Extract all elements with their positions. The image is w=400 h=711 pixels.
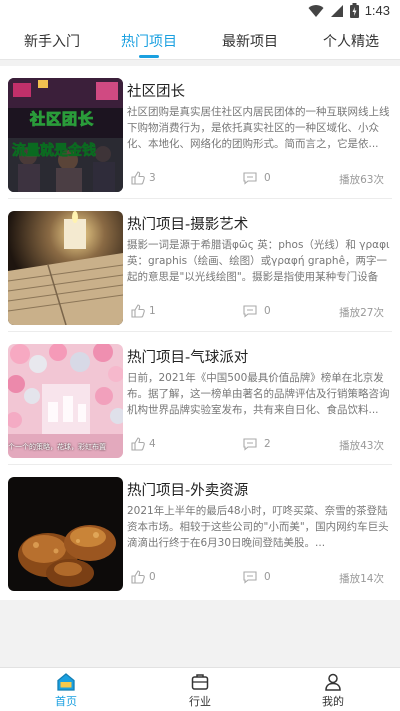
view-count: 播放14次	[339, 573, 384, 585]
comment-icon[interactable]	[242, 569, 258, 585]
item-meta: 4 2 播放43次	[127, 436, 387, 454]
thumbnail-balloon-party: 个一个的策略，花球，彩虹布置	[8, 344, 123, 458]
nav-label: 行业	[189, 695, 211, 708]
nav-industry[interactable]: 行业	[170, 672, 230, 709]
nav-label: 我的	[322, 695, 344, 708]
bottom-nav: 首页 行业 我的	[0, 667, 400, 711]
balloons-image	[8, 344, 123, 458]
tab-personal-picks[interactable]: 个人精选	[323, 31, 379, 51]
thumbs-up-icon[interactable]	[130, 569, 146, 585]
tab-latest-projects[interactable]: 最新项目	[222, 31, 278, 51]
item-description: 社区团购是真实居住社区内居民团体的一种互联网线上线下购物消费行为，是依托真实社区…	[127, 106, 390, 150]
status-bar: 1:43	[0, 0, 400, 24]
thumbnail-text-bottom: 流量就是金钱	[12, 143, 97, 160]
item-description: 2021年上半年的最后48小时，叮咚买菜、奈雪的茶登陆资本市场。相较于这些公司的…	[127, 505, 389, 549]
thumbs-up-icon[interactable]	[130, 436, 146, 452]
status-icons: 1:43	[308, 3, 390, 18]
comment-count: 0	[264, 305, 271, 317]
item-meta: 1 0 播放27次	[127, 303, 387, 321]
thumbs-up-icon[interactable]	[130, 303, 146, 319]
like-count: 1	[149, 305, 156, 317]
item-title: 社区团长	[127, 84, 185, 100]
item-title: 热门项目-摄影艺术	[127, 217, 249, 233]
thumbs-up-icon[interactable]	[130, 170, 146, 186]
battery-icon	[349, 3, 359, 18]
view-count: 播放27次	[339, 307, 384, 319]
list-item[interactable]: 个一个的策略，花球，彩虹布置 热门项目-气球派对 日前，2021年《中国500最…	[0, 332, 400, 465]
comment-count: 0	[264, 172, 271, 184]
list-item[interactable]: 热门项目-外卖资源 2021年上半年的最后48小时，叮咚买菜、奈雪的茶登陆资本市…	[0, 465, 400, 598]
like-count: 0	[149, 571, 156, 583]
like-count: 4	[149, 438, 156, 450]
signal-icon	[330, 4, 343, 17]
nav-mine[interactable]: 我的	[303, 672, 363, 709]
top-tabs: 新手入门 热门项目 最新项目 个人精选	[0, 24, 400, 60]
thumbnail-text-top: 社区团长	[29, 110, 95, 129]
home-icon	[57, 673, 75, 691]
view-count: 播放43次	[339, 440, 384, 452]
list-item[interactable]: 热门项目-摄影艺术 摄影一词是源于希腊语φῶς 英：phos（光线）和 γραφ…	[0, 199, 400, 332]
status-time: 1:43	[364, 3, 390, 18]
community-street-image	[8, 78, 123, 192]
item-description: 日前，2021年《中国500最具价值品牌》榜单在北京发布。据了解，这一榜单由著名…	[127, 372, 390, 416]
fried-chicken-image	[8, 477, 123, 591]
view-count: 播放63次	[339, 174, 384, 186]
candle-book-image	[8, 211, 123, 325]
nav-home[interactable]: 首页	[36, 672, 96, 709]
briefcase-icon	[191, 674, 209, 690]
thumbnail-photography	[8, 211, 123, 325]
comment-count: 0	[264, 571, 271, 583]
comment-icon[interactable]	[242, 303, 258, 319]
tab-beginner[interactable]: 新手入门	[24, 31, 80, 51]
comment-count: 2	[264, 438, 271, 450]
nav-label: 首页	[55, 695, 77, 708]
item-title: 热门项目-气球派对	[127, 350, 249, 366]
item-meta: 0 0 播放14次	[127, 569, 387, 587]
list-item[interactable]: 社区团长 流量就是金钱 社区团长 社区团购是真实居住社区内居民团体的一种互联网线…	[0, 66, 400, 199]
comment-icon[interactable]	[242, 436, 258, 452]
active-tab-indicator	[139, 55, 159, 58]
thumbnail-caption: 个一个的策略，花球，彩虹布置	[8, 443, 106, 451]
thumbnail-community-leader: 社区团长 流量就是金钱	[8, 78, 123, 192]
wifi-icon	[308, 4, 324, 17]
item-title: 热门项目-外卖资源	[127, 483, 249, 499]
tab-hot-projects[interactable]: 热门项目	[121, 31, 177, 51]
project-list: 社区团长 流量就是金钱 社区团长 社区团购是真实居住社区内居民团体的一种互联网线…	[0, 66, 400, 600]
item-description: 摄影一词是源于希腊语φῶς 英：phos（光线）和 γραφι 英：graphi…	[127, 239, 390, 283]
item-meta: 3 0 播放63次	[127, 170, 387, 188]
comment-icon[interactable]	[242, 170, 258, 186]
like-count: 3	[149, 172, 156, 184]
user-icon	[325, 673, 341, 691]
thumbnail-takeout	[8, 477, 123, 591]
